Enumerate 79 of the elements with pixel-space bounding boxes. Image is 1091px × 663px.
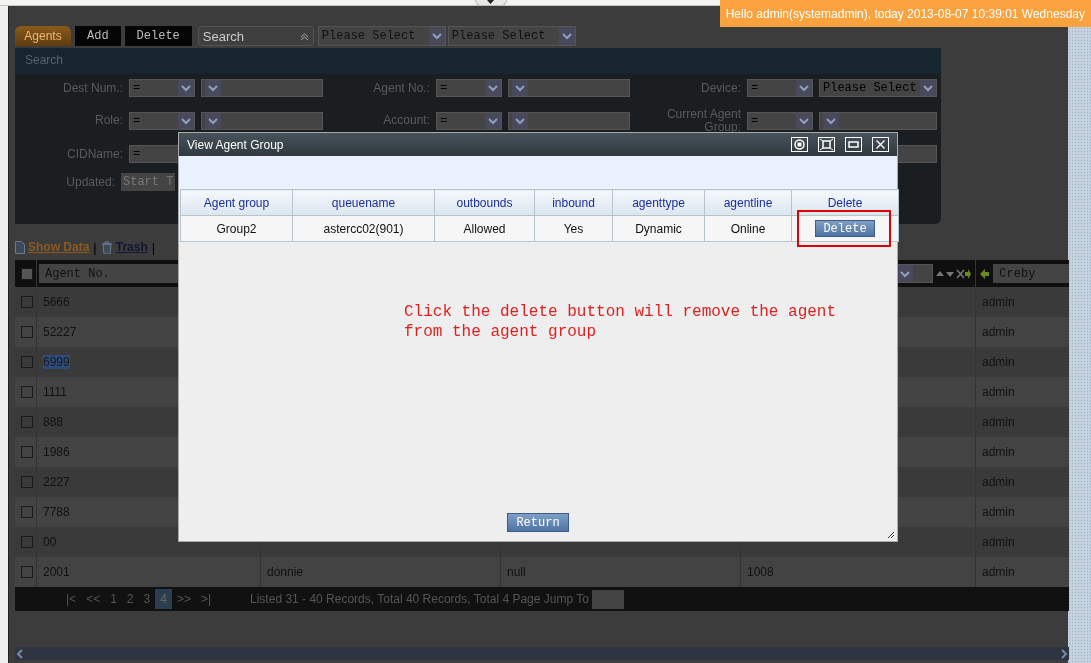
separator: |	[92, 239, 98, 255]
page-link[interactable]: >|	[195, 589, 217, 609]
operator-dropdown[interactable]: =	[436, 79, 502, 97]
operator-dropdown[interactable]: =	[436, 111, 502, 130]
field-label: CIDName:	[66, 147, 123, 161]
column-header: inbound	[534, 189, 613, 216]
checkbox[interactable]	[21, 386, 33, 398]
page-link[interactable]: |<	[61, 589, 82, 609]
double-caret-icon	[299, 31, 309, 41]
value-dropdown[interactable]	[819, 111, 937, 130]
greeting-banner: Hello admin(systemadmin), today 2013-08-07 10:39:01 Wednesday	[719, 0, 1091, 27]
field-label: Dest Num.:	[62, 81, 123, 95]
column-header: Delete	[791, 189, 899, 216]
page-link[interactable]: 4	[155, 589, 172, 609]
field-label: Current Agent Group:	[665, 107, 741, 134]
table-cell: Online	[704, 215, 792, 242]
trash-icon	[100, 240, 113, 254]
sort-icons[interactable]	[935, 268, 971, 279]
value-dropdown[interactable]	[201, 111, 323, 130]
operator-dropdown[interactable]: =	[747, 79, 813, 97]
table-cell: 6999	[43, 355, 70, 369]
search-dropdown[interactable]: Search	[197, 26, 314, 46]
checkbox[interactable]	[21, 536, 33, 548]
page-link[interactable]: 3	[138, 589, 156, 609]
page-link[interactable]: 1	[105, 589, 122, 609]
close-icon[interactable]	[872, 137, 889, 152]
value-dropdown[interactable]	[508, 111, 630, 130]
toolbar-button[interactable]: Add	[75, 26, 121, 46]
table-cell: Dynamic	[612, 215, 705, 242]
field-label: Account:	[382, 114, 430, 127]
return-button[interactable]: Return	[507, 513, 569, 532]
field-label: Role:	[94, 114, 123, 127]
horizontal-scrollbar[interactable]	[15, 647, 1069, 660]
checkbox[interactable]	[21, 506, 33, 518]
value-dropdown[interactable]: Please Select	[819, 79, 937, 97]
checkbox[interactable]	[21, 296, 33, 308]
records-info: Listed 31 - 40 Records, Total 40 Records, Total 4 Page Jump To	[250, 592, 589, 606]
table-cell: Group2	[180, 215, 293, 242]
minimize-icon[interactable]	[845, 137, 862, 152]
checkbox[interactable]	[21, 356, 33, 368]
delete-button[interactable]: Delete	[815, 220, 875, 237]
value-dropdown[interactable]	[201, 79, 323, 97]
page-link[interactable]: 2	[121, 589, 139, 609]
table-cell: Yes	[534, 215, 613, 242]
resize-grip-icon[interactable]	[887, 531, 895, 539]
table-cell: astercc02(901)	[292, 215, 435, 242]
column-header: agentline	[704, 189, 792, 216]
column-header: Agent group	[180, 189, 293, 216]
maximize-icon[interactable]	[818, 137, 835, 152]
operator-dropdown[interactable]: =	[129, 79, 195, 97]
table-cell: Allowed	[434, 215, 535, 242]
panel-title: Search	[15, 48, 941, 74]
caret-icon	[487, 0, 494, 4]
column-header: agenttype	[612, 189, 705, 216]
checkbox[interactable]	[21, 476, 33, 488]
operator-dropdown[interactable]: =	[747, 111, 813, 130]
tab[interactable]: Agents	[15, 26, 71, 46]
checkbox[interactable]	[21, 326, 33, 338]
annotation-text: Click the delete button will remove the agent from the agent group	[404, 302, 838, 342]
show-data-link[interactable]: Show Data	[28, 240, 90, 254]
field-label: Updated:	[65, 175, 115, 189]
document-icon	[15, 240, 25, 254]
field-label: Agent No.:	[372, 81, 430, 95]
operator-dropdown[interactable]: =	[129, 111, 195, 130]
checkbox[interactable]	[21, 446, 33, 458]
jump-field[interactable]	[591, 589, 624, 609]
value-dropdown[interactable]	[508, 79, 630, 97]
page-link[interactable]: <<	[81, 589, 106, 609]
column-header: queuename	[292, 189, 435, 216]
checkbox[interactable]	[21, 566, 33, 578]
left-arrow-icon[interactable]	[980, 268, 990, 279]
separator: |	[150, 239, 157, 255]
page-link[interactable]: >>	[171, 589, 196, 609]
checkbox[interactable]	[21, 267, 33, 280]
field-label: Device:	[700, 81, 741, 95]
toolbar-button[interactable]: Delete	[124, 26, 192, 46]
checkbox[interactable]	[21, 416, 33, 428]
column-header: outbounds	[434, 189, 535, 216]
restore-icon[interactable]	[791, 137, 808, 152]
